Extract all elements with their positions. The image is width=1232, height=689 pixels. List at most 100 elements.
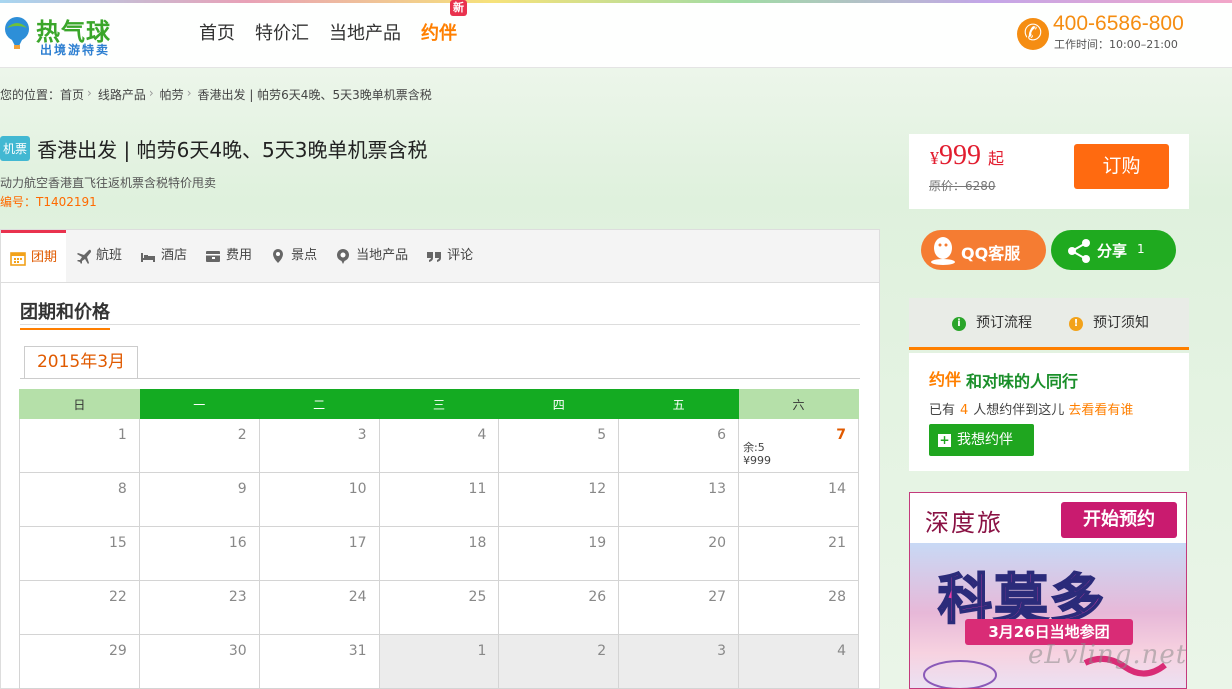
product-type-tag: 机票 bbox=[0, 136, 31, 161]
share-count: 1 bbox=[1137, 242, 1145, 256]
day-number: 11 bbox=[468, 481, 487, 497]
booking-process-label: 预订流程 bbox=[976, 315, 1032, 331]
weekday-tue: 二 bbox=[258, 389, 380, 419]
day-number: 5 bbox=[597, 427, 607, 443]
wallet-icon bbox=[206, 251, 221, 262]
share-label: 分享 bbox=[1097, 242, 1128, 260]
breadcrumb: 您的位置： 首页 › 线路产品 › 帕劳 › 香港出发 | 帕劳6天4晚、5天3… bbox=[0, 86, 438, 103]
day-number: 8 bbox=[117, 481, 127, 497]
calendar-day-cell: 6 bbox=[618, 418, 740, 473]
departure-calendar: 日 一 二 三 四 五 六 1 2 3 4 5 6 7 余:5 ¥999 8 9 10 11 12 13 14… bbox=[19, 389, 859, 689]
companion-button[interactable]: + 我想约伴 bbox=[929, 424, 1034, 456]
tab-attractions[interactable]: 景点 bbox=[261, 230, 326, 282]
tab-attractions-label: 景点 bbox=[291, 248, 318, 263]
month-divider bbox=[20, 378, 860, 379]
companion-text: 已有 4 人想约伴到这儿 去看看有谁 bbox=[929, 399, 1133, 418]
day-number: 31 bbox=[348, 643, 367, 659]
tab-fees[interactable]: 费用 bbox=[196, 230, 261, 282]
booking-notice-link[interactable]: ! 预订须知 bbox=[1069, 312, 1149, 332]
booking-process-link[interactable]: i 预订流程 bbox=[952, 312, 1032, 332]
calendar-day-cell: 9 bbox=[138, 472, 260, 527]
day-number: 1 bbox=[477, 643, 487, 659]
day-number: 17 bbox=[348, 535, 367, 551]
nav-deals[interactable]: 特价汇 bbox=[255, 19, 309, 45]
quote-icon bbox=[427, 252, 442, 262]
info-icon: i bbox=[952, 317, 966, 331]
day-number: 20 bbox=[708, 535, 727, 551]
weekday-fri: 五 bbox=[618, 389, 740, 419]
companion-see-who-link[interactable]: 去看看有谁 bbox=[1068, 403, 1133, 418]
nav-local-products[interactable]: 当地产品 bbox=[329, 19, 401, 45]
warning-icon: ! bbox=[1069, 317, 1083, 331]
bed-icon bbox=[141, 253, 156, 262]
tab-local-products[interactable]: 当地产品 bbox=[326, 230, 417, 282]
qq-service-label: QQ客服 bbox=[961, 244, 1021, 263]
day-price: ¥999 bbox=[743, 454, 772, 467]
breadcrumb-home[interactable]: 首页 bbox=[60, 86, 84, 103]
site-logo[interactable]: 热气球 出境游特卖 bbox=[2, 10, 132, 60]
calendar-day-cell: 25 bbox=[378, 580, 500, 635]
day-availability: 余:5 ¥999 bbox=[743, 441, 771, 467]
qq-penguin-icon bbox=[931, 237, 955, 265]
tab-local-products-label: 当地产品 bbox=[356, 248, 409, 263]
day-number: 2 bbox=[597, 643, 607, 659]
calendar-day-cell: 31 bbox=[258, 634, 380, 689]
calendar-day-cell: 18 bbox=[378, 526, 500, 581]
day-number: 4 bbox=[837, 643, 846, 659]
calendar-day-cell: 21 bbox=[738, 526, 859, 581]
calendar-day-cell: 15 bbox=[19, 526, 140, 581]
calendar-day-cell: 3 bbox=[618, 634, 740, 689]
weekday-sat: 六 bbox=[738, 389, 859, 419]
tab-flights[interactable]: 航班 bbox=[66, 230, 131, 282]
calendar-day-cell: 23 bbox=[138, 580, 260, 635]
day-number: 19 bbox=[588, 535, 607, 551]
breadcrumb-separator: › bbox=[186, 86, 192, 100]
breadcrumb-separator: › bbox=[87, 86, 92, 100]
nav-companion[interactable]: 约伴 新 bbox=[421, 0, 467, 45]
weekday-sun: 日 bbox=[19, 389, 140, 419]
calendar-week-row: 29 30 31 1 2 3 4 bbox=[19, 634, 859, 689]
calendar-day-cell: 24 bbox=[258, 580, 380, 635]
new-badge: 新 bbox=[450, 0, 467, 16]
calendar-day-cell: 3 bbox=[258, 418, 380, 473]
tab-reviews[interactable]: 评论 bbox=[417, 230, 482, 282]
nav-home[interactable]: 首页 bbox=[199, 19, 235, 45]
day-number: 3 bbox=[717, 643, 727, 659]
tab-hotel-label: 酒店 bbox=[161, 248, 188, 263]
day-number: 28 bbox=[828, 589, 846, 605]
calendar-day-cell: 2 bbox=[138, 418, 260, 473]
calendar-day-cell: 14 bbox=[738, 472, 859, 527]
calendar-day-cell: 30 bbox=[138, 634, 260, 689]
ad-brand: 深度旅 bbox=[925, 509, 1003, 537]
share-button[interactable]: 分享 1 bbox=[1051, 230, 1176, 270]
breadcrumb-separator: › bbox=[148, 86, 154, 100]
price-box: ¥999 起 原价：6280 订购 bbox=[909, 134, 1189, 209]
tab-dates[interactable]: 团期 bbox=[1, 230, 67, 282]
day-number: 27 bbox=[708, 589, 727, 605]
month-tab[interactable]: 2015年3月 bbox=[24, 346, 138, 379]
tab-flights-label: 航班 bbox=[96, 248, 123, 263]
tab-dates-label: 团期 bbox=[31, 250, 58, 265]
calendar-day-cell: 28 bbox=[738, 580, 859, 635]
companion-text-post: 人想约伴到这儿 bbox=[973, 403, 1065, 418]
breadcrumb-routes[interactable]: 线路产品 bbox=[98, 86, 146, 103]
breadcrumb-palau[interactable]: 帕劳 bbox=[160, 86, 184, 103]
weekday-thu: 四 bbox=[498, 389, 620, 419]
qq-service-button[interactable]: QQ客服 bbox=[921, 230, 1046, 270]
section-divider bbox=[20, 324, 860, 325]
calendar-day-cell: 4 bbox=[738, 634, 859, 689]
day-number: 29 bbox=[109, 643, 127, 659]
day-number: 21 bbox=[828, 535, 846, 551]
tab-hotel[interactable]: 酒店 bbox=[131, 230, 196, 282]
calendar-icon bbox=[10, 251, 26, 266]
day-number: 12 bbox=[588, 481, 607, 497]
calendar-day-cell[interactable]: 7 余:5 ¥999 bbox=[738, 418, 859, 473]
product-title: 香港出发 | 帕劳6天4晚、5天3晚单机票含税 bbox=[37, 138, 428, 162]
booking-info-box: i 预订流程 ! 预订须知 bbox=[909, 298, 1189, 350]
day-number: 24 bbox=[348, 589, 367, 605]
book-button[interactable]: 订购 bbox=[1074, 144, 1169, 189]
nav-companion-label: 约伴 bbox=[421, 23, 457, 44]
calendar-day-cell: 13 bbox=[618, 472, 740, 527]
ad-cta-button[interactable]: 开始预约 bbox=[1061, 502, 1177, 538]
calendar-day-cell: 1 bbox=[19, 418, 140, 473]
